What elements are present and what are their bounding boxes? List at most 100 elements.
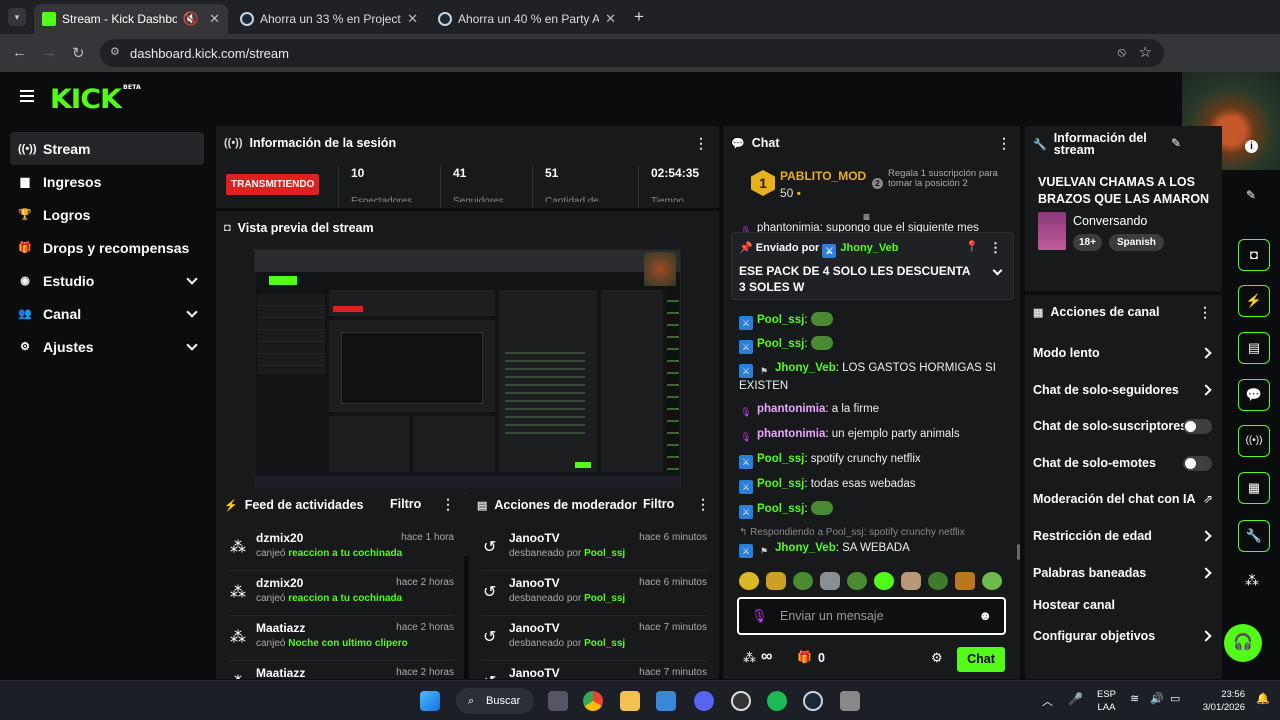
feed-item[interactable]: ⁂ Maatiazz hace 2 horas canjeó Noche con ul… [228,617,454,661]
chat-message[interactable]: 🎙 phantonimia: un ejemplo party animals [739,426,1001,444]
feed-item[interactable]: ⁂ dzmix20 hace 1 hora canjeó reaccion a tu … [228,527,454,571]
emote-icon[interactable] [874,572,894,590]
discord-icon[interactable] [694,691,714,711]
edit-pencil-icon[interactable]: ✎ [1246,188,1256,202]
sidebar-item-stream[interactable]: ((•)) Stream [10,132,204,165]
tray-chevron-icon[interactable]: ︿ [1042,693,1053,709]
mod-item[interactable]: ↺ JanooTV hace 6 minutos desbaneado por Poo… [481,572,707,616]
steam-icon[interactable] [803,691,823,711]
emote-icon[interactable] [847,572,867,590]
site-info-icon[interactable]: ⚙ [110,45,120,58]
spotify-icon[interactable] [767,691,787,711]
pinned-message[interactable]: 📌 Enviado por ⚔ Jhony_Veb 📍 ⋮ ESE PACK DE… [731,232,1014,300]
send-chat-button[interactable]: Chat [957,647,1005,672]
filter-button[interactable]: Filtro [390,497,421,511]
forward-icon[interactable]: → [42,44,57,61]
chrome-icon[interactable] [583,691,603,711]
close-tab-icon[interactable]: ✕ [407,11,418,27]
sidebar-item-ajustes[interactable]: ⚙ Ajustes [10,330,204,363]
chat-message[interactable]: ⚔ Pool_ssj: spotify crunchy netflix [739,451,1001,469]
mod-item[interactable]: ↺ JanooTV hace 7 minutos [481,662,707,679]
tab-steam-party-animals[interactable]: Ahorra un 40 % en Party Anima ✕ [430,4,624,34]
more-options-icon[interactable]: ⋮ [989,240,1002,256]
chat-message[interactable]: ⚔ Pool_ssj: [739,312,1001,330]
new-tab-button[interactable]: + [634,7,644,27]
chevron-down-icon[interactable] [992,265,1003,276]
chat-message[interactable]: ⚔ Pool_ssj: todas esas webadas [739,476,1001,494]
tag-badge[interactable]: 18+ [1073,234,1102,251]
battery-icon[interactable]: ▭ [1170,692,1180,705]
more-options-icon[interactable]: ⋮ [1198,304,1212,321]
emote-icon[interactable] [820,572,840,590]
calculator-icon[interactable] [840,691,860,711]
activity-bolt-icon[interactable]: ⚡ [1238,285,1270,317]
more-options-icon[interactable]: ⋮ [441,496,455,513]
info-icon[interactable]: i [1245,140,1258,153]
emote-icon[interactable] [928,572,948,590]
back-icon[interactable]: ← [12,44,27,61]
wrench-icon[interactable]: 🔧 [1238,520,1270,552]
emote-icon[interactable] [982,572,1002,590]
support-chat-button[interactable]: 🎧 [1224,624,1262,662]
stream-preview-icon[interactable]: ◘ [1238,239,1270,271]
points-icon[interactable]: ⁂ [1245,572,1259,589]
category-name[interactable]: Conversando [1073,214,1147,228]
emote-icon[interactable] [739,572,759,590]
task-view-icon[interactable] [548,691,568,711]
emote-icon[interactable] [901,572,921,590]
chat-input[interactable]: 🎙 Enviar un mensaje ☻ [737,597,1006,635]
kick-logo[interactable]: KICK BETA [50,84,141,115]
media-off-icon[interactable]: ⦸ [1118,44,1126,60]
sidebar-item-canal[interactable]: 👥 Canal [10,297,204,330]
tab-search-button[interactable]: ▾ [8,8,26,26]
volume-icon[interactable]: 🔊 [1150,692,1164,705]
bookmark-star-icon[interactable]: ☆ [1139,43,1152,61]
points-icon[interactable]: ⁂ [743,650,756,666]
wifi-icon[interactable]: ≋ [1130,692,1139,705]
windows-start-icon[interactable] [420,691,440,711]
chat-message[interactable]: 🎙 phantonimia: a la firme [739,401,1001,419]
tag-badge[interactable]: Spanish [1109,234,1164,251]
store-icon[interactable] [656,691,676,711]
sidebar-item-logros[interactable]: 🏆 Logros [10,198,204,231]
microphone-icon[interactable]: 🎤 [1068,692,1083,706]
gift-box-icon[interactable]: 🎁 [797,650,812,664]
subscribers-only-toggle[interactable] [1183,419,1212,434]
notifications-icon[interactable]: 🔔 [1256,692,1270,705]
chat-message[interactable]: ⚔ ⚑ Jhony_Veb: SA WEBADA [739,540,1001,558]
emote-icon[interactable] [793,572,813,590]
unpin-icon[interactable]: 📍 [965,240,979,253]
more-options-icon[interactable]: ⋮ [696,496,710,513]
more-options-icon[interactable]: ⋮ [694,135,708,152]
menu-icon[interactable] [20,90,34,102]
feed-item[interactable]: ⁂ Maatiazz hace 2 horas [228,662,454,679]
emote-icon[interactable] [766,572,786,590]
broadcast-icon[interactable]: ((•)) [1238,425,1270,457]
reload-icon[interactable]: ↻ [72,44,85,62]
more-options-icon[interactable]: ⋮ [997,135,1011,152]
emote-icon[interactable] [955,572,975,590]
chat-message[interactable]: ⚔ ⚑ Jhony_Veb: LOS GASTOS HORMIGAS SI EXIS… [739,360,1001,394]
chat-bubble-icon[interactable]: 💬 [1238,379,1270,411]
tab-kick-dashboard[interactable]: Stream - Kick Dashboard 🔇 ✕ [34,4,228,34]
close-tab-icon[interactable]: ✕ [209,11,220,27]
feed-item[interactable]: ⁂ dzmix20 hace 2 horas canjeó reaccion a tu… [228,572,454,616]
chat-settings-icon[interactable]: ⚙ [931,650,943,666]
chat-message[interactable]: ⚔ Pool_ssj: [739,501,1001,519]
filter-button[interactable]: Filtro [643,497,674,511]
stream-preview-video[interactable] [254,249,681,489]
layout-icon[interactable]: ▦ [1238,472,1270,504]
chat-scrollbar[interactable] [1017,544,1020,560]
close-tab-icon[interactable]: ✕ [605,11,616,27]
top-gifter[interactable]: 1 PABLITO_MOD 50 ▪ 2 Regala 1 suscripció… [751,166,1016,206]
taskbar-search[interactable]: ⌕ Buscar [456,688,534,714]
clock[interactable]: 23:56 3/01/2026 [1195,688,1245,714]
sidebar-item-estudio[interactable]: ◉ Estudio [10,264,204,297]
sidebar-item-ingresos[interactable]: ▆ Ingresos [10,165,204,198]
file-explorer-icon[interactable] [620,691,640,711]
obs-icon[interactable] [731,691,751,711]
tab-steam-project-zomboid[interactable]: Ahorra un 33 % en Project Zom ✕ [232,4,426,34]
address-bar[interactable]: ⚙ dashboard.kick.com/stream ⦸ ☆ [100,39,1164,67]
mute-icon[interactable]: 🔇 [183,11,199,27]
notes-icon[interactable]: ▤ [1238,332,1270,364]
